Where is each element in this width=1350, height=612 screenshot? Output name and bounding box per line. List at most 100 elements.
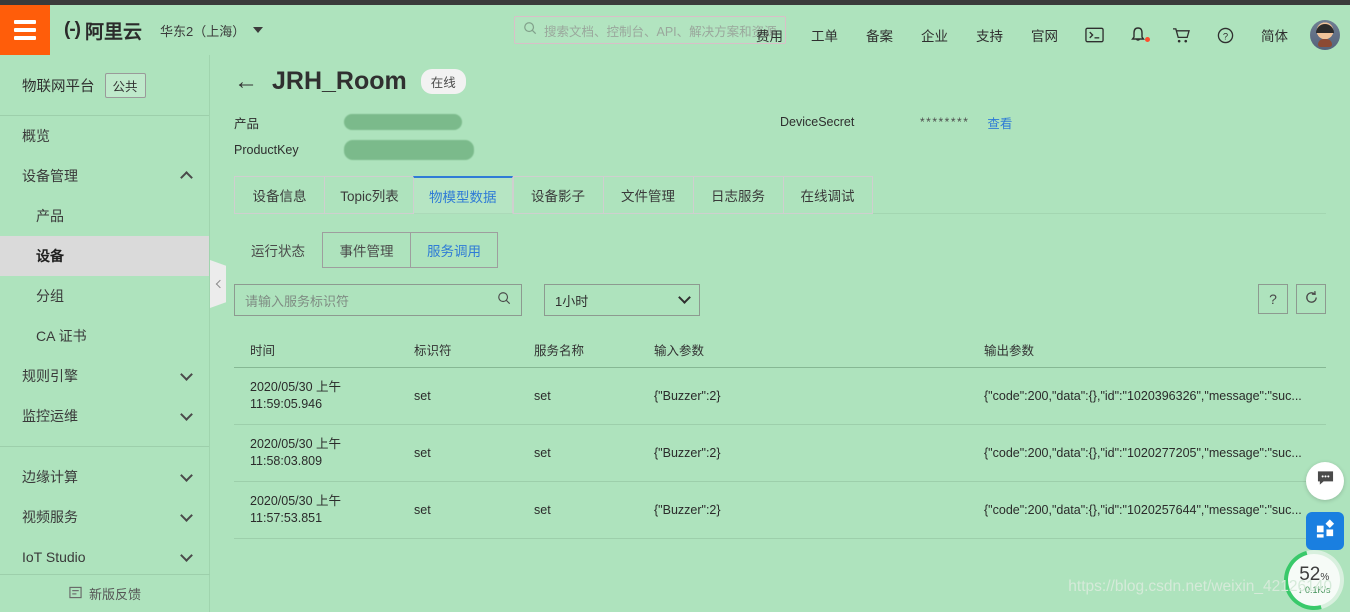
refresh-button[interactable]	[1296, 284, 1326, 314]
help-icon[interactable]: ?	[1204, 27, 1247, 44]
tab-device-info[interactable]: 设备信息	[234, 176, 324, 214]
tab-tsl-data[interactable]: 物模型数据	[413, 176, 513, 214]
cell-time: 2020/05/30 上午 11:58:03.809	[234, 436, 414, 470]
app-qr-button[interactable]	[1306, 512, 1344, 550]
chevron-left-icon	[215, 279, 224, 289]
cell-identifier: set	[414, 503, 431, 517]
sidebar-item-products[interactable]: 产品	[0, 196, 209, 236]
svg-text:?: ?	[1223, 31, 1228, 42]
product-value-redacted	[344, 114, 462, 130]
tab-log-service[interactable]: 日志服务	[692, 176, 783, 214]
page-header: ← JRH_Room 在线	[234, 55, 1326, 96]
chevron-down-icon	[180, 468, 193, 482]
nav-item-fees[interactable]: 费用	[742, 25, 797, 45]
chevron-up-icon	[180, 171, 193, 184]
nav-item-icp[interactable]: 备案	[852, 25, 907, 45]
chat-support-button[interactable]	[1306, 462, 1344, 500]
table-row[interactable]: 2020/05/30 上午 11:59:05.946 set set {"Buz…	[234, 368, 1326, 425]
sidebar-collapse-handle[interactable]	[210, 260, 226, 308]
sidebar-item-label: 概览	[22, 128, 50, 144]
status-badge: 在线	[420, 69, 466, 94]
back-button[interactable]: ←	[234, 69, 258, 94]
network-speed-content: 52% ↓ 0.1K/s	[1298, 563, 1331, 595]
tab-online-debug[interactable]: 在线调试	[782, 176, 873, 214]
sidebar-item-label: 视频服务	[22, 509, 78, 525]
subtab-event-management[interactable]: 事件管理	[322, 232, 410, 268]
hamburger-bar	[14, 20, 36, 24]
cart-icon[interactable]	[1159, 27, 1204, 44]
menu-hamburger-button[interactable]	[0, 5, 50, 55]
cell-time-clock: 11:57:53.851	[250, 511, 323, 525]
help-button[interactable]: ?	[1258, 284, 1288, 314]
aliyun-logo-text: 阿里云	[84, 21, 142, 43]
terminal-icon[interactable]	[1072, 27, 1117, 43]
sidebar-item-label: 规则引擎	[22, 368, 78, 384]
tab-topic-list[interactable]: Topic列表	[324, 176, 414, 214]
subtab-running-status[interactable]: 运行状态	[234, 232, 322, 268]
header-nav: 费用 工单 备案 企业 支持 官网 ? 简体	[742, 10, 1340, 60]
devicesecret-view-link[interactable]: 查看	[987, 113, 1012, 132]
table-row[interactable]: 2020/05/30 上午 11:57:53.851 set set {"Buz…	[234, 482, 1326, 539]
service-identifier-input[interactable]: 请输入服务标识符	[234, 284, 522, 316]
nav-item-enterprise[interactable]: 企业	[907, 25, 962, 45]
avatar[interactable]	[1310, 20, 1340, 50]
main-content: ← JRH_Room 在线 产品 ProductKey DeviceSecret…	[210, 55, 1350, 612]
region-selector[interactable]: 华东2（上海）	[160, 21, 264, 40]
speed-percent-value: 52	[1298, 563, 1321, 585]
speed-percent-unit: %	[1320, 571, 1330, 583]
chevron-down-icon	[253, 27, 264, 33]
sidebar-item-rule-engine[interactable]: 规则引擎	[0, 356, 209, 396]
chevron-down-icon	[180, 508, 193, 522]
column-header-output-params: 输出参数	[984, 344, 1035, 358]
cell-identifier: set	[414, 389, 431, 403]
aliyun-logo-mark: (-)	[64, 19, 81, 40]
nav-item-website[interactable]: 官网	[1017, 25, 1072, 45]
chevron-down-icon	[180, 407, 193, 421]
sidebar-product-name: 物联网平台	[22, 78, 95, 95]
cell-time-clock: 11:58:03.809	[250, 454, 323, 468]
column-header-time: 时间	[250, 344, 276, 358]
cell-time: 2020/05/30 上午 11:57:53.851	[234, 493, 414, 527]
devicesecret-label: DeviceSecret	[780, 115, 855, 129]
meta-row-devicesecret: DeviceSecret ******** 查看	[780, 108, 1012, 136]
bell-icon[interactable]	[1117, 26, 1159, 44]
subtab-service-invocation[interactable]: 服务调用	[410, 232, 498, 268]
product-label: 产品	[234, 116, 260, 131]
sidebar-item-video-service[interactable]: 视频服务	[0, 497, 209, 537]
filter-actions: ?	[1258, 284, 1326, 314]
hamburger-bar	[14, 36, 36, 40]
tab-file-management[interactable]: 文件管理	[602, 176, 693, 214]
sidebar-item-overview[interactable]: 概览	[0, 116, 209, 156]
sidebar-item-label: CA 证书	[36, 328, 87, 344]
productkey-value-redacted	[344, 140, 474, 160]
sidebar: 物联网平台 公共 概览 设备管理 产品 设备 分组 CA 证书 规则引擎 监控运…	[0, 55, 210, 612]
aliyun-logo[interactable]: (-) 阿里云	[64, 17, 142, 44]
tab-device-shadow[interactable]: 设备影子	[512, 176, 603, 214]
sidebar-feedback-button[interactable]: 新版反馈	[0, 574, 210, 612]
device-meta: 产品 ProductKey DeviceSecret ******** 查看	[234, 108, 1326, 166]
sidebar-item-monitoring[interactable]: 监控运维	[0, 396, 209, 436]
nav-item-support[interactable]: 支持	[962, 25, 1017, 45]
sidebar-item-edge-computing[interactable]: 边缘计算	[0, 457, 209, 497]
table-row[interactable]: 2020/05/30 上午 11:58:03.809 set set {"Buz…	[234, 425, 1326, 482]
sidebar-item-iot-studio[interactable]: IoT Studio	[0, 537, 209, 577]
search-icon	[523, 21, 537, 40]
search-icon	[497, 291, 511, 310]
sidebar-item-label: 监控运维	[22, 408, 78, 424]
nav-item-tickets[interactable]: 工单	[797, 25, 852, 45]
sidebar-item-devices[interactable]: 设备	[0, 236, 209, 276]
sidebar-item-groups[interactable]: 分组	[0, 276, 209, 316]
notification-dot	[1145, 37, 1150, 42]
service-invocation-table: 时间 标识符 服务名称 输入参数 输出参数 2020/05/30 上午 11:5…	[234, 332, 1326, 539]
sidebar-item-ca-certificates[interactable]: CA 证书	[0, 316, 209, 356]
sidebar-product-title: 物联网平台 公共	[0, 55, 209, 115]
cell-input-params: {"Buzzer":2}	[654, 389, 721, 403]
hamburger-bar	[14, 28, 36, 32]
chevron-down-icon	[180, 367, 193, 381]
sidebar-item-device-management[interactable]: 设备管理	[0, 156, 209, 196]
sidebar-feedback-label: 新版反馈	[88, 587, 141, 602]
time-range-select[interactable]: 1小时	[544, 284, 700, 316]
language-switcher[interactable]: 简体	[1247, 25, 1302, 45]
